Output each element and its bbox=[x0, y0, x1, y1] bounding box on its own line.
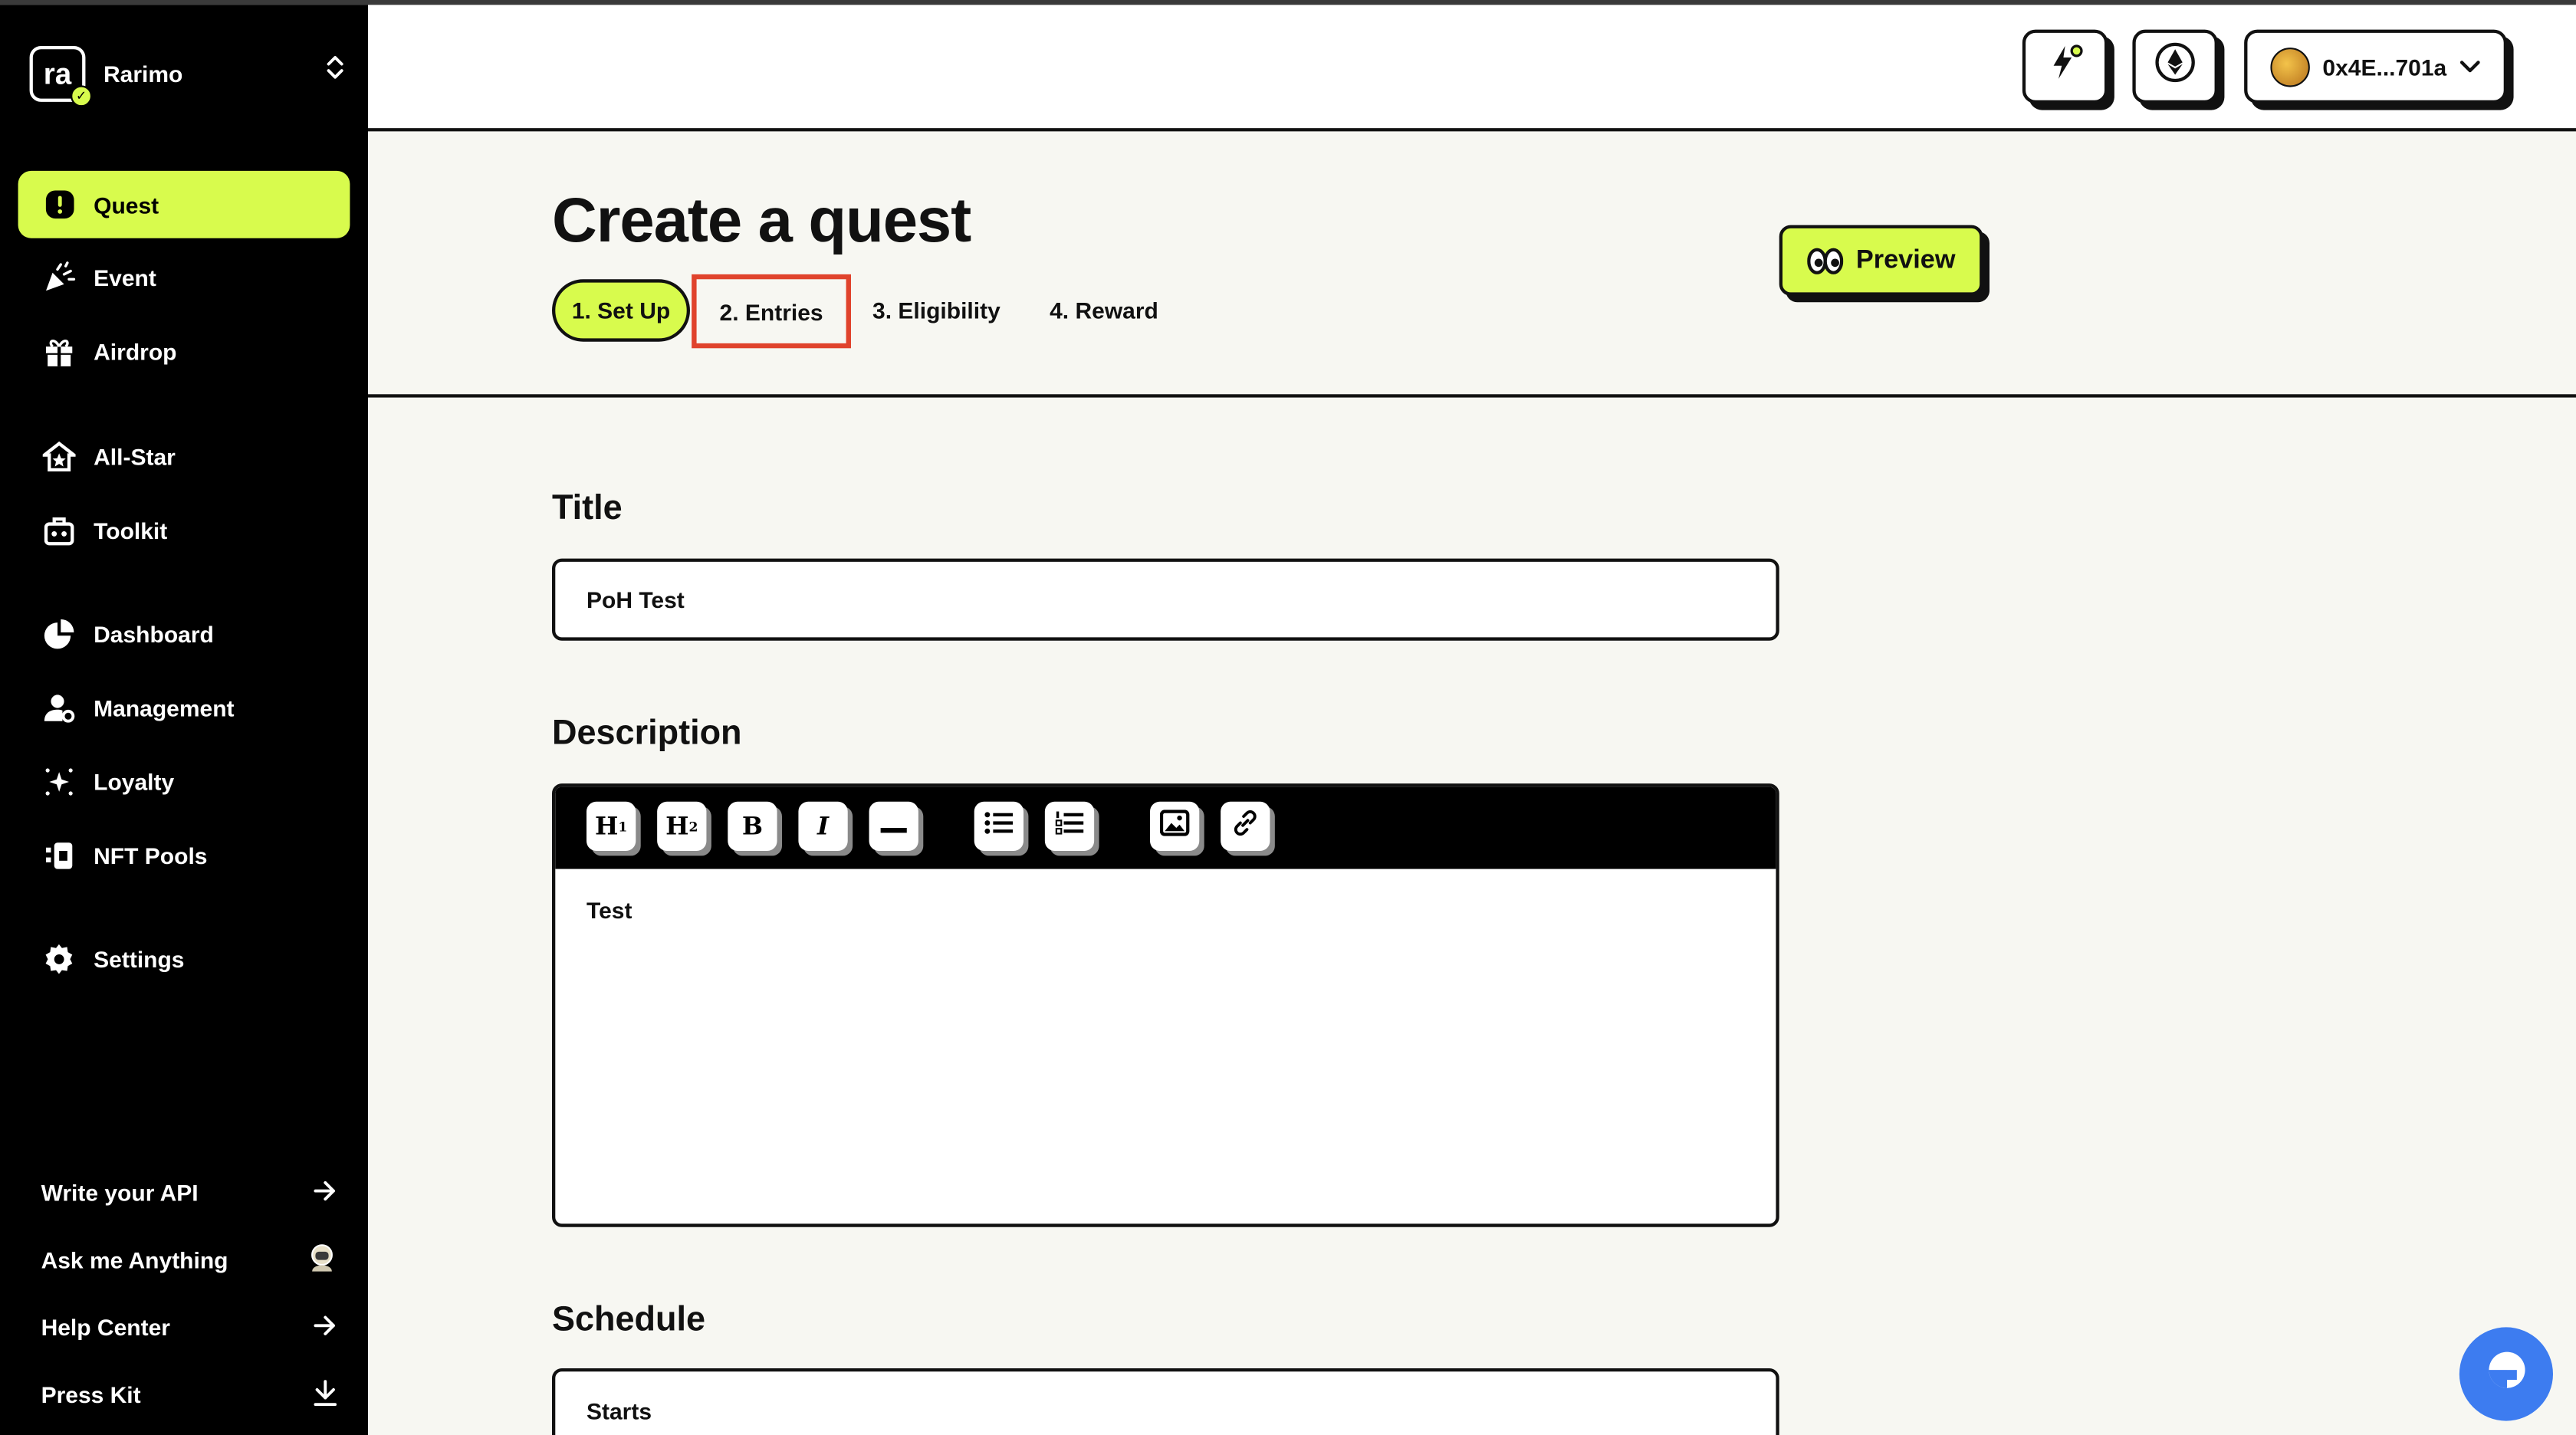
step-entries[interactable]: 2. Entries bbox=[692, 274, 851, 349]
title-input[interactable]: PoH Test bbox=[552, 558, 1779, 641]
sidebar-item-label: Toolkit bbox=[94, 516, 168, 543]
sidebar-item-management[interactable]: Management bbox=[18, 674, 350, 741]
brand-switcher[interactable]: ra ✓ Rarimo bbox=[29, 41, 345, 107]
chevron-updown-icon bbox=[325, 54, 345, 82]
verified-check-icon: ✓ bbox=[71, 85, 92, 107]
sidebar-item-label: Dashboard bbox=[94, 619, 214, 647]
horizontal-rule-icon bbox=[880, 812, 907, 842]
sidebar-item-event[interactable]: Event bbox=[18, 243, 350, 310]
wallet-address: 0x4E...701a bbox=[2322, 53, 2447, 80]
arrow-right-icon bbox=[314, 1180, 337, 1206]
sidebar-item-all-star[interactable]: All-Star bbox=[18, 422, 350, 490]
avatar bbox=[2269, 47, 2310, 87]
sidebar-item-nft-pools[interactable]: NFT Pools bbox=[18, 821, 350, 888]
schedule-label: Schedule bbox=[552, 1301, 706, 1339]
bold-button[interactable]: B bbox=[728, 801, 777, 851]
sidebar-item-dashboard[interactable]: Dashboard bbox=[18, 599, 350, 667]
gift-icon bbox=[43, 334, 76, 367]
chat-icon bbox=[2480, 1344, 2533, 1404]
sidebar-item-quest[interactable]: Quest bbox=[18, 170, 350, 238]
description-label: Description bbox=[552, 714, 742, 753]
sidebar-item-label: Airdrop bbox=[94, 337, 177, 364]
step-set-up[interactable]: 1. Set Up bbox=[552, 279, 690, 342]
footer-link-help-center[interactable]: Help Center bbox=[41, 1308, 337, 1347]
party-icon bbox=[43, 261, 76, 294]
italic-glyph: I bbox=[817, 811, 830, 842]
step-eligibility[interactable]: 3. Eligibility bbox=[864, 279, 1009, 341]
preview-label: Preview bbox=[1855, 245, 1956, 274]
preview-button[interactable]: Preview bbox=[1779, 225, 1983, 296]
user-settings-icon bbox=[43, 691, 76, 724]
editor-toolbar: H1 H2 B I bbox=[555, 786, 1776, 869]
sidebar-item-label: All-Star bbox=[94, 442, 176, 469]
footer-link-label: Ask me Anything bbox=[41, 1246, 228, 1273]
top-header: 0x4E...701a bbox=[368, 5, 2576, 132]
sidebar-item-toolkit[interactable]: Toolkit bbox=[18, 496, 350, 563]
lightning-icon bbox=[2044, 41, 2087, 92]
sidebar-item-airdrop[interactable]: Airdrop bbox=[18, 317, 350, 385]
ordered-list-icon bbox=[1055, 809, 1085, 842]
sidebar-item-label: Quest bbox=[94, 191, 159, 218]
heading1-sub: 1 bbox=[618, 818, 628, 835]
sidebar-item-label: NFT Pools bbox=[94, 842, 208, 869]
step-reward[interactable]: 4. Reward bbox=[1045, 279, 1163, 341]
ordered-list-button[interactable] bbox=[1044, 801, 1095, 851]
sidebar-item-settings[interactable]: Settings bbox=[18, 924, 350, 992]
italic-button[interactable]: I bbox=[798, 801, 848, 851]
pie-chart-icon bbox=[43, 617, 76, 650]
rarimo-logo: ra ✓ bbox=[29, 46, 92, 107]
ethereum-icon bbox=[2154, 41, 2196, 92]
heading2-sub: 2 bbox=[688, 818, 698, 835]
heading1-button[interactable]: H1 bbox=[586, 801, 636, 851]
image-icon bbox=[1159, 809, 1190, 842]
sidebar-item-label: Event bbox=[94, 263, 156, 291]
starts-field[interactable]: Starts bbox=[552, 1368, 1779, 1435]
sparkle-icon bbox=[43, 764, 76, 797]
nft-icon bbox=[43, 839, 76, 872]
heading1-glyph: H bbox=[594, 811, 619, 842]
description-editor: H1 H2 B I Test bbox=[552, 783, 1779, 1227]
download-icon bbox=[314, 1379, 337, 1410]
arrow-right-icon bbox=[314, 1314, 337, 1340]
wallet-dropdown[interactable]: 0x4E...701a bbox=[2244, 29, 2507, 103]
sidebar-item-label: Loyalty bbox=[94, 767, 175, 795]
insert-image-button[interactable] bbox=[1150, 801, 1200, 851]
network-button[interactable] bbox=[2132, 29, 2218, 103]
astronaut-icon bbox=[307, 1243, 337, 1277]
eyes-icon bbox=[1806, 245, 1843, 275]
description-text[interactable]: Test bbox=[555, 869, 1776, 951]
sidebar-item-label: Settings bbox=[94, 945, 185, 972]
footer-link-write-api[interactable]: Write your API bbox=[41, 1173, 337, 1212]
bullet-list-button[interactable] bbox=[974, 801, 1024, 851]
logo-text: ra bbox=[43, 56, 72, 90]
page-title: Create a quest bbox=[552, 187, 971, 257]
alert-icon bbox=[43, 188, 76, 221]
footer-link-ask-me-anything[interactable]: Ask me Anything bbox=[41, 1240, 337, 1279]
footer-link-label: Press Kit bbox=[41, 1381, 141, 1408]
bold-glyph: B bbox=[741, 811, 764, 842]
heading2-glyph: H bbox=[665, 811, 689, 842]
divider-button[interactable] bbox=[869, 801, 918, 851]
boost-button[interactable] bbox=[2022, 29, 2108, 103]
sidebar: ra ✓ Rarimo Quest Event Airdrop All-Star… bbox=[0, 5, 368, 1435]
support-chat-button[interactable] bbox=[2459, 1327, 2553, 1421]
sidebar-item-loyalty[interactable]: Loyalty bbox=[18, 747, 350, 815]
footer-link-press-kit[interactable]: Press Kit bbox=[41, 1375, 337, 1414]
title-label: Title bbox=[552, 489, 623, 527]
brand-name: Rarimo bbox=[104, 61, 183, 87]
starts-label: Starts bbox=[586, 1397, 652, 1424]
gear-icon bbox=[43, 942, 76, 975]
link-icon bbox=[1230, 808, 1260, 844]
toolbox-icon bbox=[43, 514, 76, 547]
quest-header: Create a quest 1. Set Up 2. Entries 3. E… bbox=[368, 131, 2576, 398]
star-house-icon bbox=[42, 439, 76, 472]
bullet-list-icon bbox=[984, 809, 1014, 842]
chevron-down-icon bbox=[2459, 59, 2481, 74]
sidebar-item-label: Management bbox=[94, 694, 235, 721]
footer-link-label: Write your API bbox=[41, 1179, 199, 1206]
footer-link-label: Help Center bbox=[41, 1314, 170, 1341]
heading2-button[interactable]: H2 bbox=[657, 801, 707, 851]
insert-link-button[interactable] bbox=[1221, 801, 1270, 851]
